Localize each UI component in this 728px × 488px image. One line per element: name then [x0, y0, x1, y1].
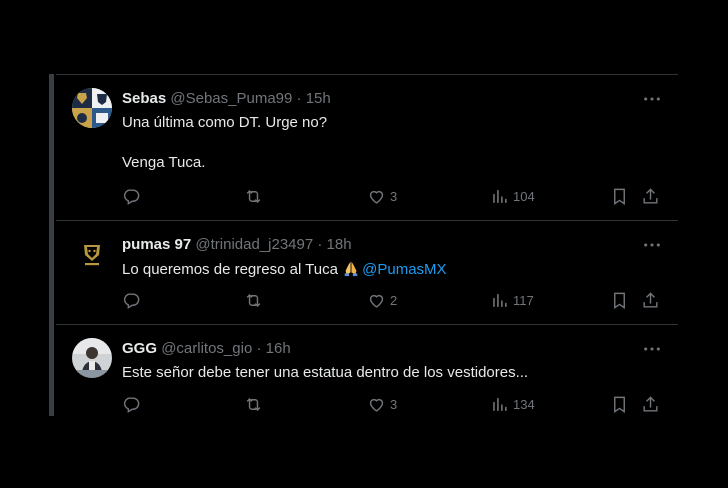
repost-icon	[246, 189, 261, 203]
tweet-text: Lo queremos de regreso al Tuca @PumasMX	[122, 259, 662, 280]
action-bar: 3 134	[122, 394, 662, 414]
separator-dot: ·	[256, 340, 262, 357]
share-icon	[643, 395, 658, 412]
action-bar: 2 117	[122, 290, 662, 310]
avatar[interactable]	[72, 234, 112, 274]
pumas-logo-avatar-icon	[72, 234, 112, 274]
reply-button[interactable]	[122, 291, 141, 310]
more-options-button[interactable]	[642, 340, 662, 358]
replies-feed: Sebas @Sebas_Puma99 · 15h Una última com…	[56, 75, 678, 417]
views-button[interactable]: 134	[490, 395, 535, 414]
like-button[interactable]: 3	[367, 187, 397, 206]
repost-button[interactable]	[244, 395, 263, 414]
folded-hands-icon	[344, 261, 358, 277]
tweet-content: GGG @carlitos_gio · 16h Este señor debe …	[122, 339, 662, 383]
more-options-button[interactable]	[642, 236, 662, 254]
tweet-text: Este señor debe tener una estatua dentro…	[122, 364, 529, 381]
share-button[interactable]	[641, 291, 660, 310]
reply-button[interactable]	[122, 395, 141, 414]
person-photo-avatar-icon	[72, 338, 112, 378]
view-count: 104	[513, 188, 535, 204]
heart-icon	[369, 190, 384, 204]
user-handle[interactable]: @carlitos_gio	[161, 340, 252, 357]
tweet-content: pumas 97 @trinidad_j23497 · 18h Lo quere…	[122, 235, 662, 280]
action-bar: 3 104	[122, 186, 662, 206]
view-count: 134	[513, 396, 535, 412]
separator-dot: ·	[317, 236, 323, 253]
more-dots-icon	[644, 347, 660, 351]
views-chart-icon	[493, 293, 507, 307]
tweet-content: Sebas @Sebas_Puma99 · 15h Una última com…	[122, 89, 662, 173]
reply-button[interactable]	[122, 187, 141, 206]
like-button[interactable]: 2	[367, 291, 397, 310]
separator-dot: ·	[296, 90, 302, 107]
avatar[interactable]	[72, 338, 112, 378]
reply-icon	[123, 188, 140, 205]
more-options-button[interactable]	[642, 90, 662, 108]
views-chart-icon	[493, 189, 507, 203]
bookmark-button[interactable]	[610, 187, 629, 206]
repost-button[interactable]	[244, 291, 263, 310]
tweet-text: Una última como DT. Urge no? Venga Tuca.	[122, 114, 328, 171]
display-name[interactable]: pumas 97	[122, 236, 191, 253]
repost-icon	[246, 397, 261, 411]
like-button[interactable]: 3	[367, 395, 397, 414]
reply-tweet[interactable]: GGG @carlitos_gio · 16h Este señor debe …	[56, 325, 678, 417]
reply-tweet[interactable]: pumas 97 @trinidad_j23497 · 18h Lo quere…	[56, 221, 678, 325]
like-count: 3	[390, 396, 398, 412]
bookmark-button[interactable]	[610, 291, 629, 310]
more-dots-icon	[644, 97, 660, 101]
user-handle[interactable]: @trinidad_j23497	[195, 236, 313, 253]
bookmark-icon	[614, 396, 625, 413]
bookmark-icon	[614, 292, 625, 309]
bookmark-button[interactable]	[610, 395, 629, 414]
reply-icon	[123, 292, 140, 309]
views-chart-icon	[493, 397, 507, 411]
timestamp[interactable]: 16h	[266, 340, 291, 357]
mention-link[interactable]: @PumasMX	[362, 261, 446, 278]
tweet-header: GGG @carlitos_gio · 16h	[122, 339, 662, 359]
thread-rail	[49, 74, 54, 416]
share-button[interactable]	[641, 187, 660, 206]
share-icon	[643, 291, 658, 308]
more-dots-icon	[644, 243, 660, 247]
reply-icon	[123, 396, 140, 413]
repost-icon	[246, 293, 261, 307]
repost-button[interactable]	[244, 187, 263, 206]
share-button[interactable]	[641, 395, 660, 414]
pumas-collage-avatar-icon	[72, 88, 112, 128]
display-name[interactable]: GGG	[122, 340, 157, 357]
reply-tweet[interactable]: Sebas @Sebas_Puma99 · 15h Una última com…	[56, 75, 678, 221]
share-icon	[643, 187, 658, 204]
timestamp[interactable]: 15h	[306, 90, 331, 107]
like-count: 3	[390, 188, 398, 204]
user-handle[interactable]: @Sebas_Puma99	[170, 90, 292, 107]
bookmark-icon	[614, 188, 625, 205]
timestamp[interactable]: 18h	[327, 236, 352, 253]
heart-icon	[369, 294, 384, 308]
tweet-header: Sebas @Sebas_Puma99 · 15h	[122, 89, 662, 109]
view-count: 117	[513, 292, 534, 308]
tweet-text-content: Lo queremos de regreso al Tuca	[122, 261, 343, 278]
views-button[interactable]: 117	[490, 291, 534, 310]
tweet-header: pumas 97 @trinidad_j23497 · 18h	[122, 235, 662, 255]
heart-icon	[369, 398, 384, 412]
display-name[interactable]: Sebas	[122, 90, 166, 107]
avatar[interactable]	[72, 88, 112, 128]
views-button[interactable]: 104	[490, 187, 535, 206]
like-count: 2	[390, 292, 398, 308]
